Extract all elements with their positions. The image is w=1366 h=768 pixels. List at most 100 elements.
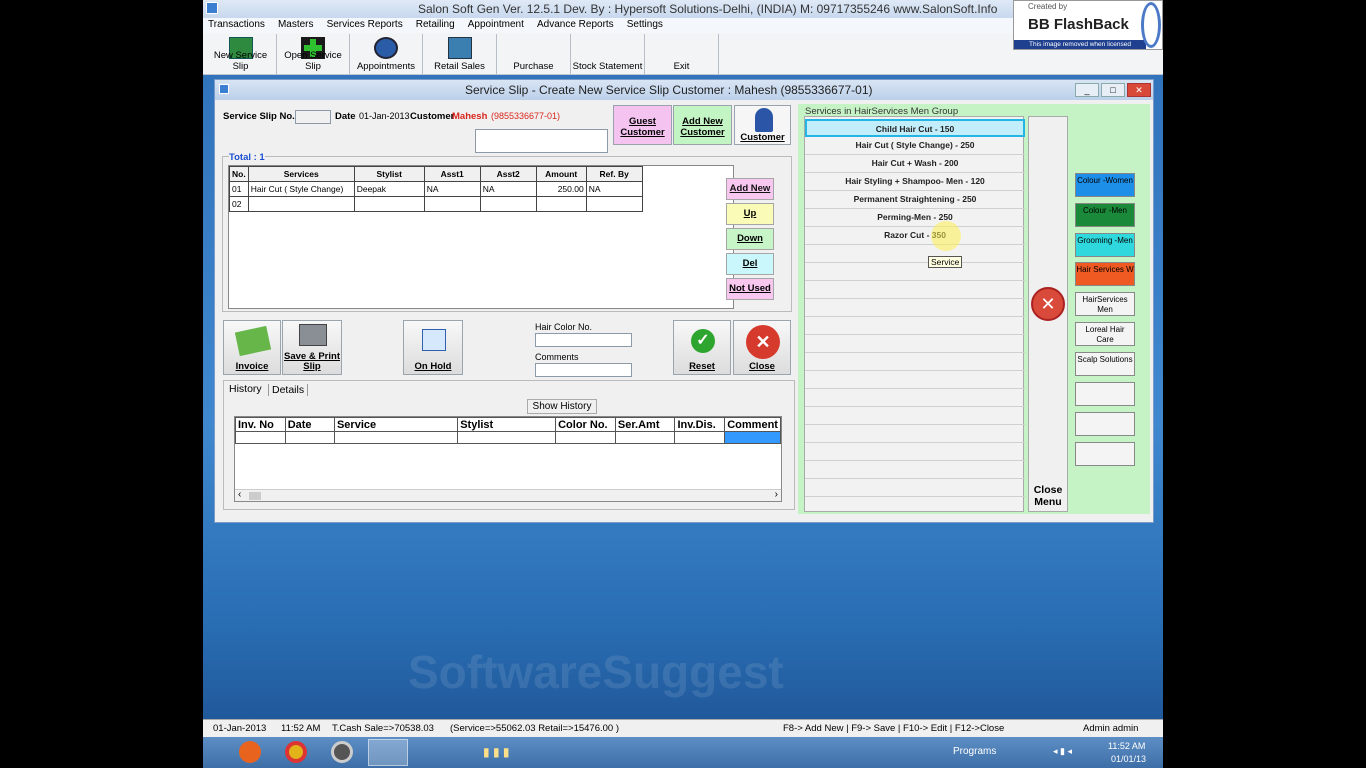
group-empty[interactable] [1075,382,1135,406]
services-panel: Services in HairServices Men Group Child… [798,104,1150,514]
firefox-icon[interactable] [239,741,261,763]
hair-color-label: Hair Color No. [535,322,593,332]
list-item[interactable] [805,335,1025,353]
x-circle-icon: ✕ [746,325,780,359]
status-cash: T.Cash Sale=>70538.03 [332,723,434,734]
not-used-button[interactable]: Not Used [726,278,774,300]
col-ref-by: Ref. By [585,166,643,182]
guest-customer-button[interactable]: Guest Customer [613,105,672,145]
group-empty[interactable] [1075,412,1135,436]
list-item[interactable] [805,245,1025,263]
group-scalp-solutions[interactable]: Scalp Solutions [1075,352,1135,376]
tray-icons[interactable]: ◂ ▮ ◂ [1053,746,1072,757]
taskbar-app-button[interactable] [368,739,408,766]
group-hair-services-women[interactable]: Hair Services W [1075,262,1135,286]
group-empty[interactable] [1075,442,1135,466]
list-item[interactable] [805,389,1025,407]
status-shortcuts: F8-> Add New | F9-> Save | F10-> Edit | … [783,723,1005,734]
desktop-screen: SoftwareSuggest Salon Soft Gen Ver. 12.5… [203,0,1163,768]
menu-settings[interactable]: Settings [622,18,668,31]
tab-details[interactable]: Details [268,384,309,396]
menu-retailing[interactable]: Retailing [411,18,460,31]
close-slip-button[interactable]: ✕ Close [733,320,791,375]
appointments-button[interactable]: Appointments [350,34,423,74]
customer-button[interactable]: Customer [734,105,791,145]
hair-color-input[interactable] [535,333,632,347]
list-item[interactable] [805,281,1025,299]
menu-appointment[interactable]: Appointment [463,18,529,31]
col-services: Services [247,166,355,182]
list-item[interactable] [805,263,1025,281]
menu-transactions[interactable]: Transactions [203,18,270,31]
new-service-slip-button[interactable]: New Service Slip [205,34,277,74]
stock-statement-button[interactable]: Stock Statement [571,34,645,74]
group-colour-women[interactable]: Colour -Women [1075,173,1135,197]
minimize-button[interactable]: _ [1075,83,1099,97]
list-item[interactable]: Razor Cut - 350 [805,227,1025,245]
list-item[interactable]: Permanent Straightening - 250 [805,191,1025,209]
reset-button[interactable]: ✓ Reset [673,320,731,375]
taskbar: ▮ ▮ ▮ Programs ◂ ▮ ◂ 11:52 AM 01/01/13 [203,737,1163,768]
group-loreal-hair-care[interactable]: Loreal Hair Care [1075,322,1135,346]
table-row[interactable]: 02 [229,196,643,212]
history-scrollbar[interactable]: ‹ › [235,489,781,501]
close-menu-button[interactable]: ✕ Close Menu [1028,116,1068,512]
list-item[interactable] [805,407,1025,425]
add-new-row-button[interactable]: Add New [726,178,774,200]
window-close-button[interactable]: ✕ [1127,83,1151,97]
down-button[interactable]: Down [726,228,774,250]
list-item[interactable] [805,461,1025,479]
scroll-left-icon[interactable]: ‹ [238,489,241,500]
list-item[interactable]: Child Hair Cut - 150 [805,119,1025,137]
customer-search-field[interactable] [475,129,608,153]
col-no: No. [229,166,249,182]
delete-button[interactable]: Del [726,253,774,275]
retail-sales-button[interactable]: Retail Sales [423,34,497,74]
group-colour-men[interactable]: Colour -Men [1075,203,1135,227]
service-grid-area: No. Services Stylist Asst1 Asst2 Amount … [228,165,734,309]
menu-advance-reports[interactable]: Advance Reports [532,18,619,31]
on-hold-button[interactable]: On Hold [403,320,463,375]
maximize-button[interactable]: □ [1101,83,1125,97]
up-button[interactable]: Up [726,203,774,225]
list-item[interactable]: Hair Cut ( Style Change) - 250 [805,137,1025,155]
scroll-right-icon[interactable]: › [775,489,778,500]
table-row[interactable] [235,431,781,444]
purchase-button[interactable]: Purchase [497,34,571,74]
group-grooming-men[interactable]: Grooming -Men [1075,233,1135,257]
flashback-watermark: Created by BB FlashBack This image remov… [1013,0,1163,50]
list-item[interactable] [805,479,1025,497]
list-item[interactable]: Hair Cut + Wash - 200 [805,155,1025,173]
tab-history[interactable]: History [229,383,262,395]
list-item[interactable] [805,443,1025,461]
list-item[interactable] [805,425,1025,443]
programs-toolbar[interactable]: Programs [953,746,996,757]
table-row[interactable]: 01 Hair Cut ( Style Change) Deepak NA NA… [229,181,643,197]
list-item[interactable]: Perming-Men - 250 [805,209,1025,227]
menu-masters[interactable]: Masters [273,18,319,31]
list-item[interactable]: Hair Styling + Shampoo- Men - 120 [805,173,1025,191]
col-asst2: Asst2 [479,166,537,182]
customer-label: Customer [410,111,455,122]
group-hairservices-men[interactable]: HairServices Men [1075,292,1135,316]
add-new-customer-button[interactable]: Add New Customer [673,105,732,145]
folder-icon[interactable]: ▮ ▮ ▮ [483,745,509,759]
list-item[interactable] [805,299,1025,317]
status-breakdown: (Service=>55062.03 Retail=>15476.00 ) [450,723,620,734]
show-history-button[interactable]: Show History [527,399,597,414]
invoice-button[interactable]: Invoice [223,320,281,375]
clock-icon [374,37,398,59]
menu-services-reports[interactable]: Services Reports [322,18,408,31]
media-player-icon[interactable] [331,741,353,763]
window-title: Service Slip - Create New Service Slip C… [465,83,873,97]
list-item[interactable] [805,317,1025,335]
save-print-button[interactable]: Save & Print Slip [282,320,342,375]
open-service-slip-button[interactable]: Open Service Slip [277,34,350,74]
comments-input[interactable] [535,363,632,377]
slip-no-field[interactable] [295,110,331,124]
chrome-icon[interactable] [285,741,307,763]
exit-button[interactable]: Exit [645,34,719,74]
list-item[interactable] [805,353,1025,371]
scroll-thumb[interactable] [249,492,261,500]
list-item[interactable] [805,371,1025,389]
